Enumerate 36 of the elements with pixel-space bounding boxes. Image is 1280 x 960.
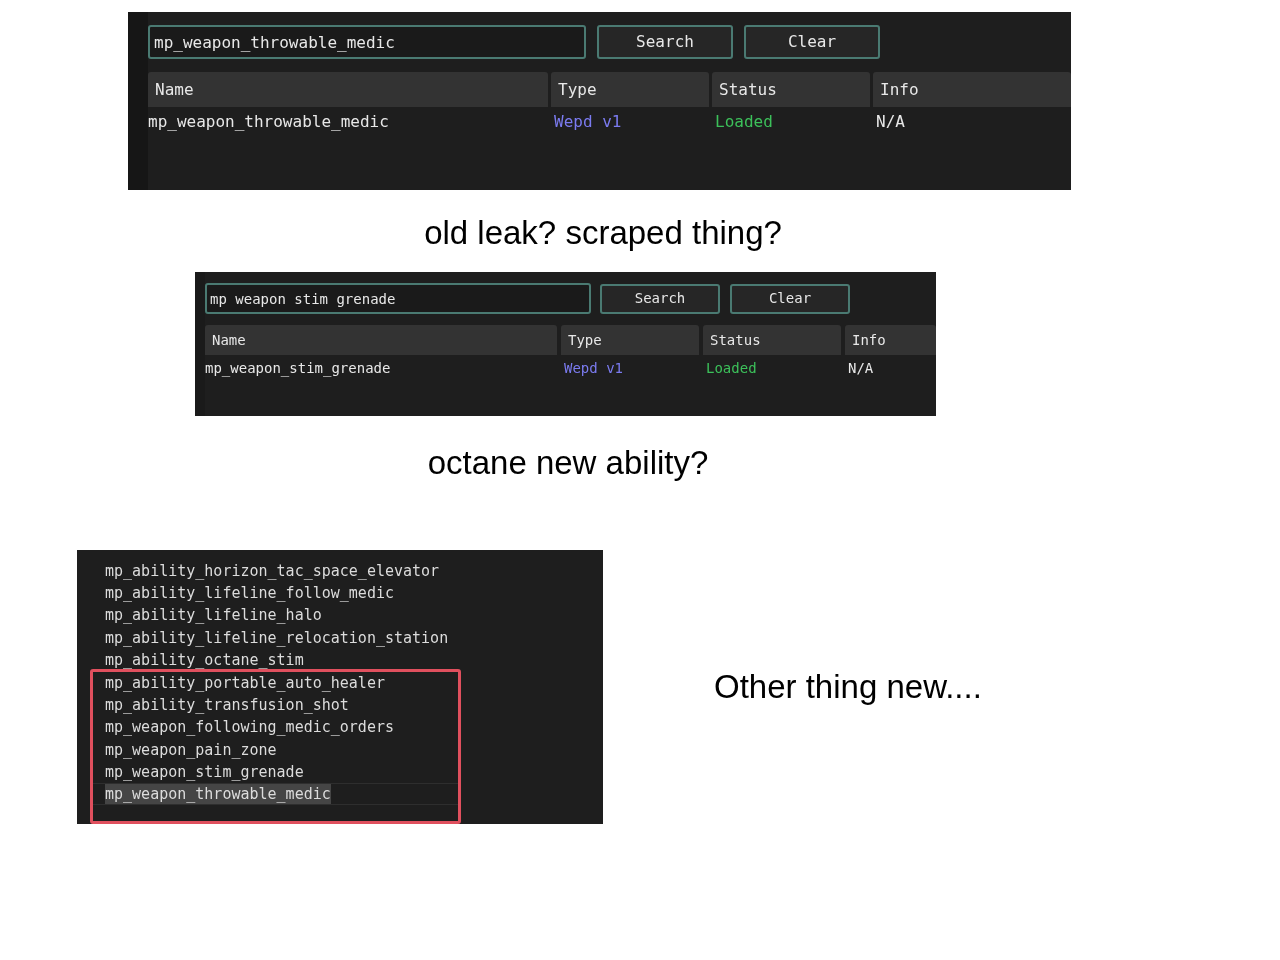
list-item[interactable]: mp_weapon_stim_grenade bbox=[105, 761, 304, 782]
list-item[interactable]: mp_weapon_pain_zone bbox=[105, 739, 277, 760]
list-item[interactable]: mp_ability_lifeline_halo bbox=[105, 605, 322, 626]
list-item[interactable]: mp_ability_horizon_tac_space_elevator bbox=[105, 561, 440, 582]
list-item[interactable]: mp_ability_lifeline_relocation_station bbox=[105, 627, 449, 648]
action-button[interactable]: Clear bbox=[730, 283, 850, 314]
list-item[interactable]: mp_weapon_following_medic_orders bbox=[105, 717, 394, 738]
table-cell: Wepd v1 bbox=[564, 359, 623, 376]
action-button[interactable]: Search bbox=[600, 283, 720, 314]
caption: Other thing new.... bbox=[714, 667, 982, 707]
action-button[interactable]: Clear bbox=[744, 25, 880, 59]
table-cell: Loaded bbox=[706, 359, 757, 376]
column-header[interactable]: Info bbox=[873, 72, 1071, 107]
table-cell: N/A bbox=[876, 112, 905, 131]
table-cell: Loaded bbox=[715, 112, 773, 131]
column-header[interactable]: Type bbox=[551, 72, 709, 107]
search-field[interactable]: mp_weapon_stim_grenade bbox=[205, 283, 591, 314]
column-header[interactable]: Status bbox=[712, 72, 870, 107]
list-item[interactable]: mp_ability_octane_stim bbox=[105, 649, 304, 670]
table-cell: mp_weapon_stim_grenade bbox=[205, 359, 391, 376]
list-item[interactable]: mp_ability_lifeline_follow_medic bbox=[105, 583, 394, 604]
column-header[interactable]: Name bbox=[205, 325, 557, 355]
table-cell: N/A bbox=[848, 359, 874, 376]
table-cell: mp_weapon_throwable_medic bbox=[148, 112, 389, 131]
column-header[interactable]: Type bbox=[561, 325, 699, 355]
column-header[interactable]: Name bbox=[148, 72, 548, 107]
search-field[interactable]: mp_weapon_throwable_medic bbox=[148, 25, 586, 59]
list-item[interactable]: mp_weapon_throwable_medic bbox=[105, 783, 331, 804]
list-item[interactable]: mp_ability_transfusion_shot bbox=[105, 695, 349, 716]
list-item[interactable]: mp_ability_portable_auto_healer bbox=[105, 673, 385, 694]
caption: old leak? scraped thing? bbox=[423, 213, 783, 253]
table-cell: Wepd v1 bbox=[554, 112, 622, 131]
action-button[interactable]: Search bbox=[597, 25, 733, 59]
column-header[interactable]: Status bbox=[703, 325, 841, 355]
caption: octane new ability? bbox=[426, 443, 710, 483]
column-header[interactable]: Info bbox=[845, 325, 936, 355]
